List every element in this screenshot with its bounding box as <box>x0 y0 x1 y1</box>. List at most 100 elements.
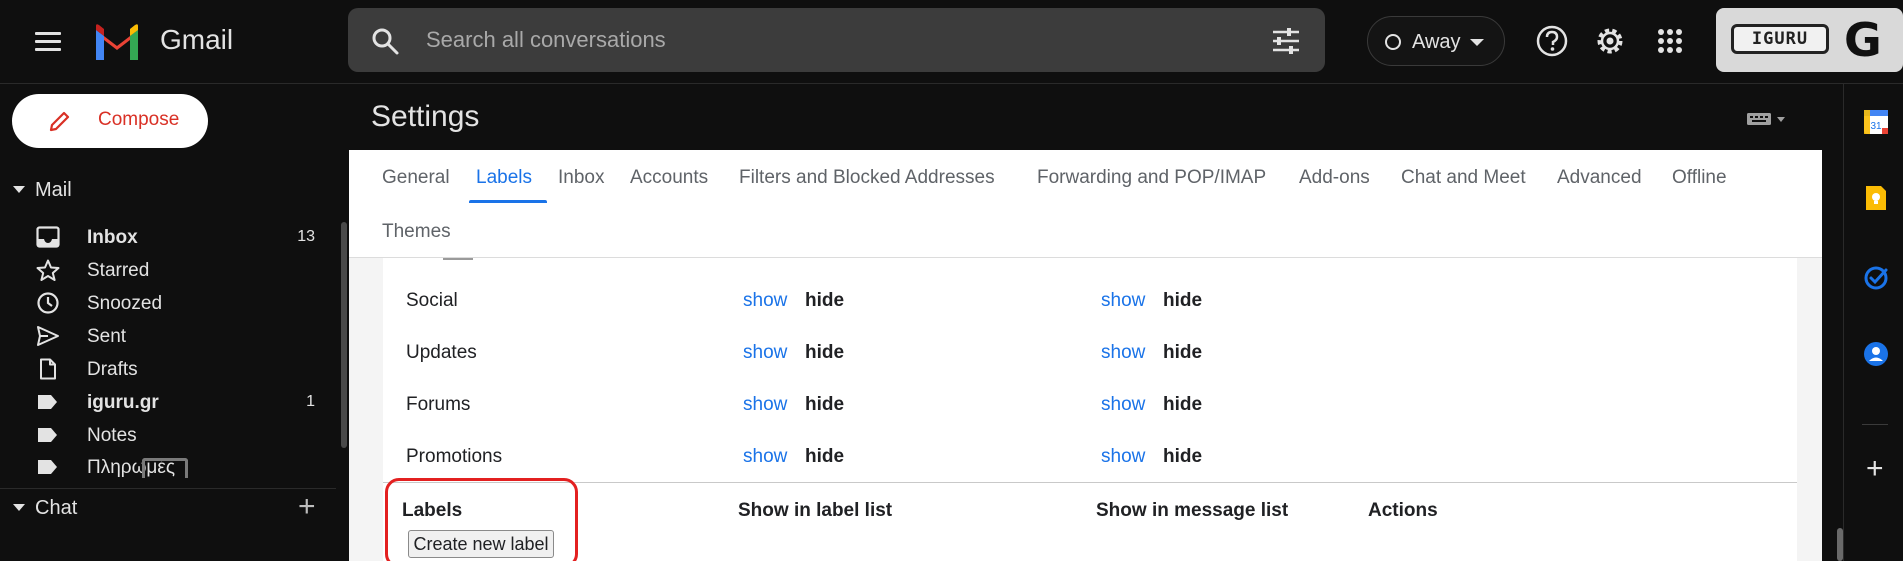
sidebar-item-snoozed[interactable]: Snoozed <box>0 287 336 319</box>
inbox-icon <box>36 226 60 248</box>
show-in-message-list-link[interactable]: show <box>1101 342 1145 364</box>
settings-content: Social show hide show hide Updates show … <box>349 258 1822 561</box>
status-indicator-icon <box>1385 34 1401 50</box>
sidebar-item-label: Notes <box>87 425 137 446</box>
show-in-label-list-link[interactable]: show <box>743 342 787 364</box>
show-in-label-list-link[interactable]: show <box>743 394 787 416</box>
hide-in-label-list-link[interactable]: hide <box>805 394 844 416</box>
calendar-icon[interactable]: 31 <box>1862 108 1890 136</box>
sidebar-item-drafts[interactable]: Drafts <box>0 353 336 385</box>
hide-in-label-list-link[interactable]: hide <box>805 342 844 364</box>
star-icon <box>36 259 60 281</box>
page-title: Settings <box>371 100 480 133</box>
sidebar-item-notes[interactable]: Notes <box>0 419 336 451</box>
clipped-row-text <box>443 250 473 260</box>
mail-section-header[interactable]: Mail <box>0 172 349 208</box>
category-name: Social <box>406 290 458 311</box>
add-icon[interactable]: + <box>1866 454 1884 484</box>
sidebar-item-iguru[interactable]: iguru.gr 1 <box>0 386 336 418</box>
tab-chat-meet[interactable]: Chat and Meet <box>1401 167 1526 189</box>
show-in-label-list-link[interactable]: show <box>743 446 787 468</box>
create-new-label-button[interactable]: Create new label <box>408 530 554 558</box>
rail-divider <box>1862 424 1888 425</box>
chevron-down-icon <box>1470 39 1484 46</box>
input-tools-keyboard-icon[interactable] <box>1746 110 1790 128</box>
label-icon <box>38 428 57 442</box>
settings-tabs: General Labels Inbox Accounts Filters an… <box>349 150 1822 258</box>
show-in-message-list-header: Show in message list <box>1096 500 1289 521</box>
compose-label: Compose <box>98 109 180 130</box>
apps-grid-icon[interactable] <box>1651 22 1689 60</box>
labels-panel: Social show hide show hide Updates show … <box>383 258 1797 561</box>
tab-general[interactable]: General <box>382 167 450 189</box>
keep-icon[interactable] <box>1862 184 1890 212</box>
active-tab-indicator <box>469 200 547 203</box>
tab-themes[interactable]: Themes <box>382 221 451 243</box>
tab-forwarding[interactable]: Forwarding and POP/IMAP <box>1037 167 1266 189</box>
side-panel-rail: 31 + <box>1843 84 1903 561</box>
menu-icon[interactable] <box>30 27 66 57</box>
account-watermark-logo: IGURU <box>1731 24 1829 54</box>
collapse-triangle-icon <box>13 186 25 193</box>
search-icon[interactable] <box>370 26 400 56</box>
show-in-message-list-link[interactable]: show <box>1101 290 1145 312</box>
tab-offline[interactable]: Offline <box>1672 167 1727 189</box>
tab-advanced[interactable]: Advanced <box>1557 167 1642 189</box>
tune-icon[interactable] <box>1271 28 1301 54</box>
show-in-label-list-link[interactable]: show <box>743 290 787 312</box>
show-in-message-list-link[interactable]: show <box>1101 394 1145 416</box>
gmail-logo[interactable] <box>92 22 142 62</box>
collapse-triangle-icon <box>13 504 25 511</box>
category-name: Forums <box>406 394 471 415</box>
chat-section-header[interactable]: Chat + <box>0 490 349 526</box>
tasks-icon[interactable] <box>1862 264 1890 292</box>
pencil-icon <box>49 111 70 132</box>
sidebar-item-label: Starred <box>87 260 150 281</box>
gmail-brand: Gmail <box>160 24 234 55</box>
search-input[interactable] <box>426 22 1186 58</box>
mail-section-label: Mail <box>35 179 72 201</box>
settings-gear-icon[interactable] <box>1591 22 1629 60</box>
account-button[interactable]: IGURU G <box>1716 8 1903 72</box>
sidebar-item-label: Sent <box>87 326 127 347</box>
chat-section-label: Chat <box>35 497 78 519</box>
tab-inbox[interactable]: Inbox <box>558 167 604 189</box>
status-label: Away <box>1412 31 1461 53</box>
new-chat-plus-icon[interactable]: + <box>298 492 316 522</box>
hide-in-message-list-link[interactable]: hide <box>1163 394 1202 416</box>
status-dropdown[interactable]: Away <box>1367 16 1505 66</box>
account-initial: G <box>1844 13 1882 67</box>
category-name: Promotions <box>406 446 503 467</box>
sidebar-item-starred[interactable]: Starred <box>0 254 336 286</box>
hide-in-message-list-link[interactable]: hide <box>1163 342 1202 364</box>
tab-addons[interactable]: Add-ons <box>1299 167 1370 189</box>
show-in-message-list-link[interactable]: show <box>1101 446 1145 468</box>
compose-button[interactable]: Compose <box>12 94 208 148</box>
sidebar-item-sent[interactable]: Sent <box>0 320 336 352</box>
label-icon <box>38 460 57 474</box>
send-icon <box>37 326 59 346</box>
labels-column-header: Labels <box>402 500 463 521</box>
chat-empty-illustration <box>142 458 188 478</box>
hide-in-message-list-link[interactable]: hide <box>1163 446 1202 468</box>
tab-labels[interactable]: Labels <box>476 167 532 189</box>
sidebar-item-label: Inbox <box>87 227 138 248</box>
actions-header: Actions <box>1368 500 1438 521</box>
hide-in-label-list-link[interactable]: hide <box>805 290 844 312</box>
clock-icon <box>37 292 59 314</box>
search-bar[interactable] <box>348 8 1325 72</box>
contacts-icon[interactable] <box>1862 340 1890 368</box>
tab-accounts[interactable]: Accounts <box>630 167 708 189</box>
sidebar-item-label: iguru.gr <box>87 392 159 413</box>
calendar-day-text: 31 <box>1870 121 1882 132</box>
hide-in-label-list-link[interactable]: hide <box>805 446 844 468</box>
tab-filters[interactable]: Filters and Blocked Addresses <box>739 167 995 189</box>
sidebar-item-inbox[interactable]: Inbox 13 <box>0 221 336 253</box>
hide-in-message-list-link[interactable]: hide <box>1163 290 1202 312</box>
category-name: Updates <box>406 342 477 363</box>
help-icon[interactable] <box>1533 22 1571 60</box>
chat-divider <box>0 488 336 489</box>
unread-count: 13 <box>297 228 315 245</box>
unread-count: 1 <box>306 393 315 410</box>
sidebar-scrollbar[interactable] <box>341 222 347 448</box>
